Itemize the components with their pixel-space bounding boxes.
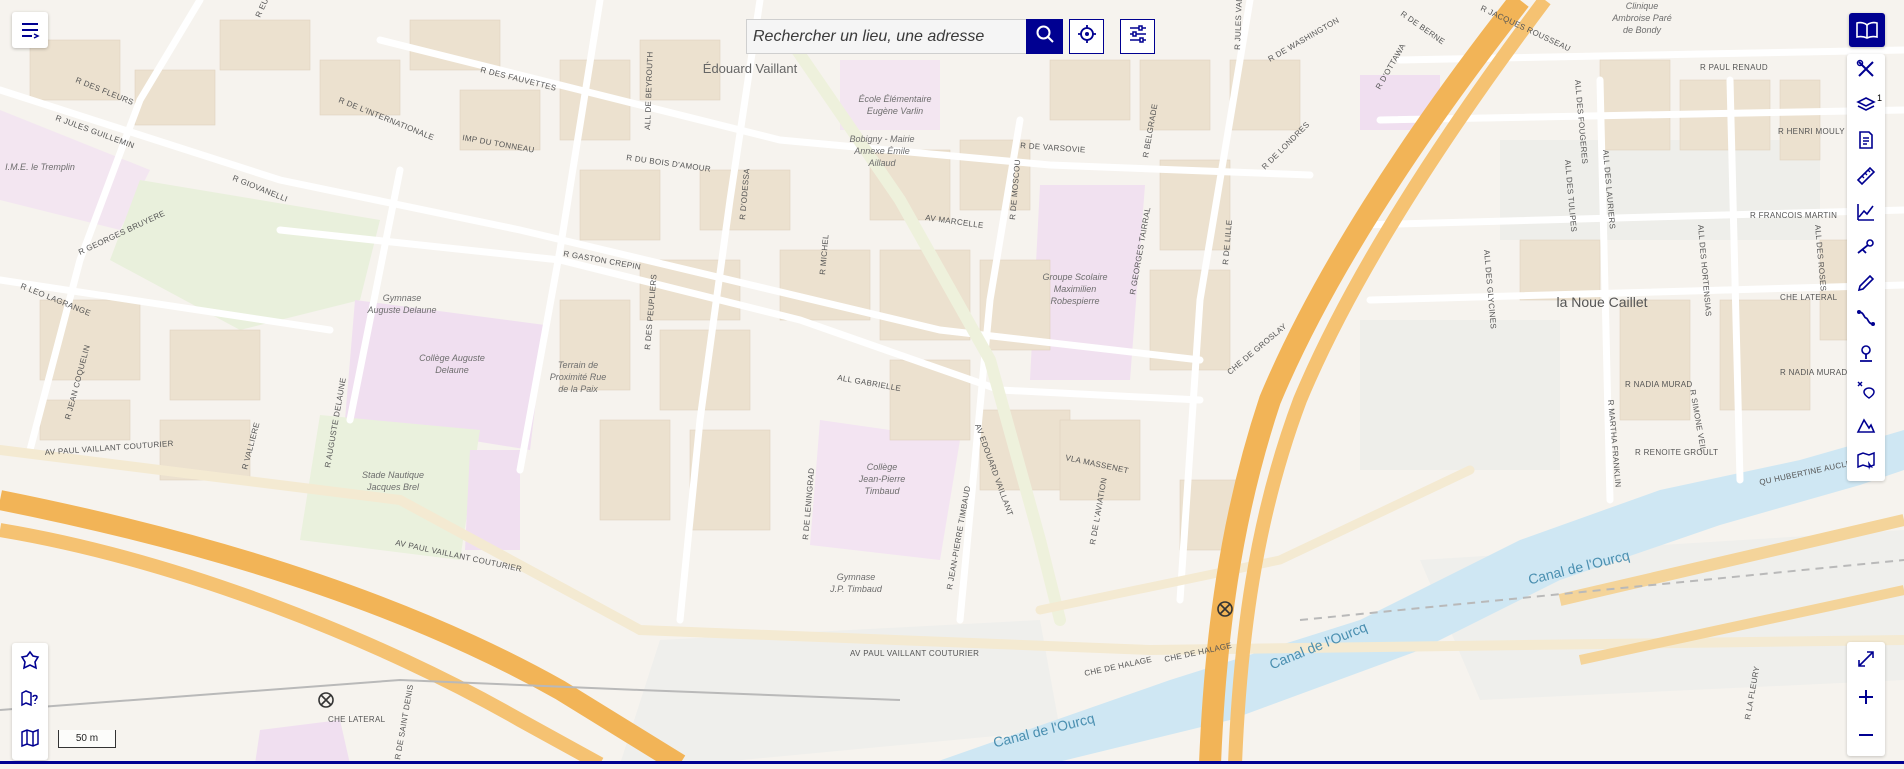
place-label: de Bondy [1623, 25, 1662, 35]
scale-bar: 50 m [58, 730, 116, 748]
tools-button[interactable] [1847, 54, 1885, 90]
place-label: Groupe Scolaire [1042, 272, 1107, 282]
place-label: Ambroise Paré [1611, 13, 1672, 23]
elevation-profile-icon [1856, 202, 1876, 227]
place-label: Maximilien [1054, 284, 1097, 294]
place-label: Collège Auguste [419, 353, 485, 363]
map-icon [20, 728, 40, 753]
place-label: Timbaud [865, 486, 901, 496]
measure-button[interactable] [1847, 161, 1885, 197]
map-question-icon [20, 689, 40, 714]
point-marker-icon [1856, 344, 1876, 369]
menu-button[interactable] [12, 12, 48, 48]
place-label: Clinique [1626, 1, 1659, 11]
place-label: Aillaud [867, 158, 896, 168]
territory-icon [20, 650, 40, 675]
street-label: CHE LATERAL [1780, 293, 1838, 302]
zoom-in-button[interactable] [1847, 680, 1885, 718]
ruler-icon [1856, 166, 1876, 191]
crosshair-icon [1077, 24, 1097, 49]
place-label: Bobigny - Mairie [849, 134, 914, 144]
fullscreen-button[interactable] [1847, 642, 1885, 680]
zoom-controls [1847, 642, 1885, 756]
place-label: Édouard Vaillant [703, 61, 798, 76]
street-label: R NADIA MURAD [1780, 368, 1847, 377]
basemap-button[interactable] [12, 721, 48, 760]
place-label: Proximité Rue [550, 372, 607, 382]
territory-button[interactable] [12, 643, 48, 682]
open-book-icon [1855, 20, 1879, 40]
place-label: Delaune [435, 365, 469, 375]
map-help-button[interactable] [12, 682, 48, 721]
place-label: Jean-Pierre [858, 474, 906, 484]
point-marker-button[interactable] [1847, 339, 1885, 375]
tools-icon [1856, 59, 1876, 84]
street-label: R NADIA MURAD [1625, 380, 1692, 389]
map-select-icon [1856, 451, 1876, 476]
zoom-out-button[interactable] [1847, 718, 1885, 756]
place-label: Annexe Émile [853, 146, 910, 156]
filters-button[interactable] [1120, 19, 1155, 54]
map-svg[interactable]: R DES FLEURS R JULES GUILLEMIN R EUGENE … [0, 0, 1904, 769]
minus-icon [1856, 725, 1876, 750]
layers-icon [1856, 95, 1876, 120]
place-label: I.M.E. le Tremplin [5, 162, 75, 172]
expand-arrows-icon [1856, 649, 1876, 674]
legend-button[interactable] [1847, 125, 1885, 161]
place-label: Gymnase [837, 572, 876, 582]
place-label: Auguste Delaune [366, 305, 436, 315]
map-canvas[interactable]: R DES FLEURS R JULES GUILLEMIN R EUGENE … [0, 0, 1904, 769]
search-button[interactable] [1026, 19, 1063, 54]
right-toolbar: 1 [1847, 54, 1885, 482]
isochrone-icon [1856, 237, 1876, 262]
street-label: R HENRI MOULY [1778, 127, 1845, 136]
layers-button[interactable]: 1 [1847, 90, 1885, 126]
street-label: R PAUL RENAUD [1700, 63, 1768, 72]
draw-button[interactable] [1847, 268, 1885, 304]
catalog-button[interactable] [1849, 13, 1885, 47]
route-button[interactable] [1847, 303, 1885, 339]
map-select-button[interactable] [1847, 446, 1885, 482]
elevation-profile-button[interactable] [1847, 196, 1885, 232]
place-label: Gymnase [383, 293, 422, 303]
place-label: Terrain de [558, 360, 598, 370]
place-label: Jacques Brel [366, 482, 420, 492]
place-label: Robespierre [1050, 296, 1099, 306]
draw-pencil-icon [1856, 273, 1876, 298]
search-bar [746, 19, 1063, 54]
street-label: AV PAUL VAILLANT COUTURIER [850, 649, 979, 658]
place-label: J.P. Timbaud [829, 584, 883, 594]
place-label: Eugène Varlin [867, 106, 923, 116]
place-label: École Élémentaire [858, 94, 931, 104]
menu-lines-icon [20, 21, 40, 39]
isochrone-button[interactable] [1847, 232, 1885, 268]
route-icon [1856, 308, 1876, 333]
coordinates-icon [1856, 380, 1876, 405]
street-label: R FRANCOIS MARTIN [1750, 211, 1837, 220]
place-label: de la Paix [558, 384, 598, 394]
street-label: CHE LATERAL [328, 715, 386, 724]
layers-count-badge: 1 [1876, 92, 1882, 103]
coordinates-button[interactable] [1847, 374, 1885, 410]
place-label: la Noue Caillet [1556, 294, 1647, 310]
place-label: Stade Nautique [362, 470, 424, 480]
search-icon [1035, 24, 1055, 49]
search-input[interactable] [746, 19, 1026, 54]
geolocate-button[interactable] [1069, 19, 1104, 54]
place-label: Collège [867, 462, 898, 472]
plus-icon [1856, 687, 1876, 712]
terrain-icon [1856, 415, 1876, 440]
sliders-icon [1128, 24, 1148, 49]
terrain-button[interactable] [1847, 410, 1885, 446]
left-toolbar [12, 643, 48, 760]
legend-icon [1856, 130, 1876, 155]
street-label: R RENOITE GROULT [1635, 448, 1718, 457]
